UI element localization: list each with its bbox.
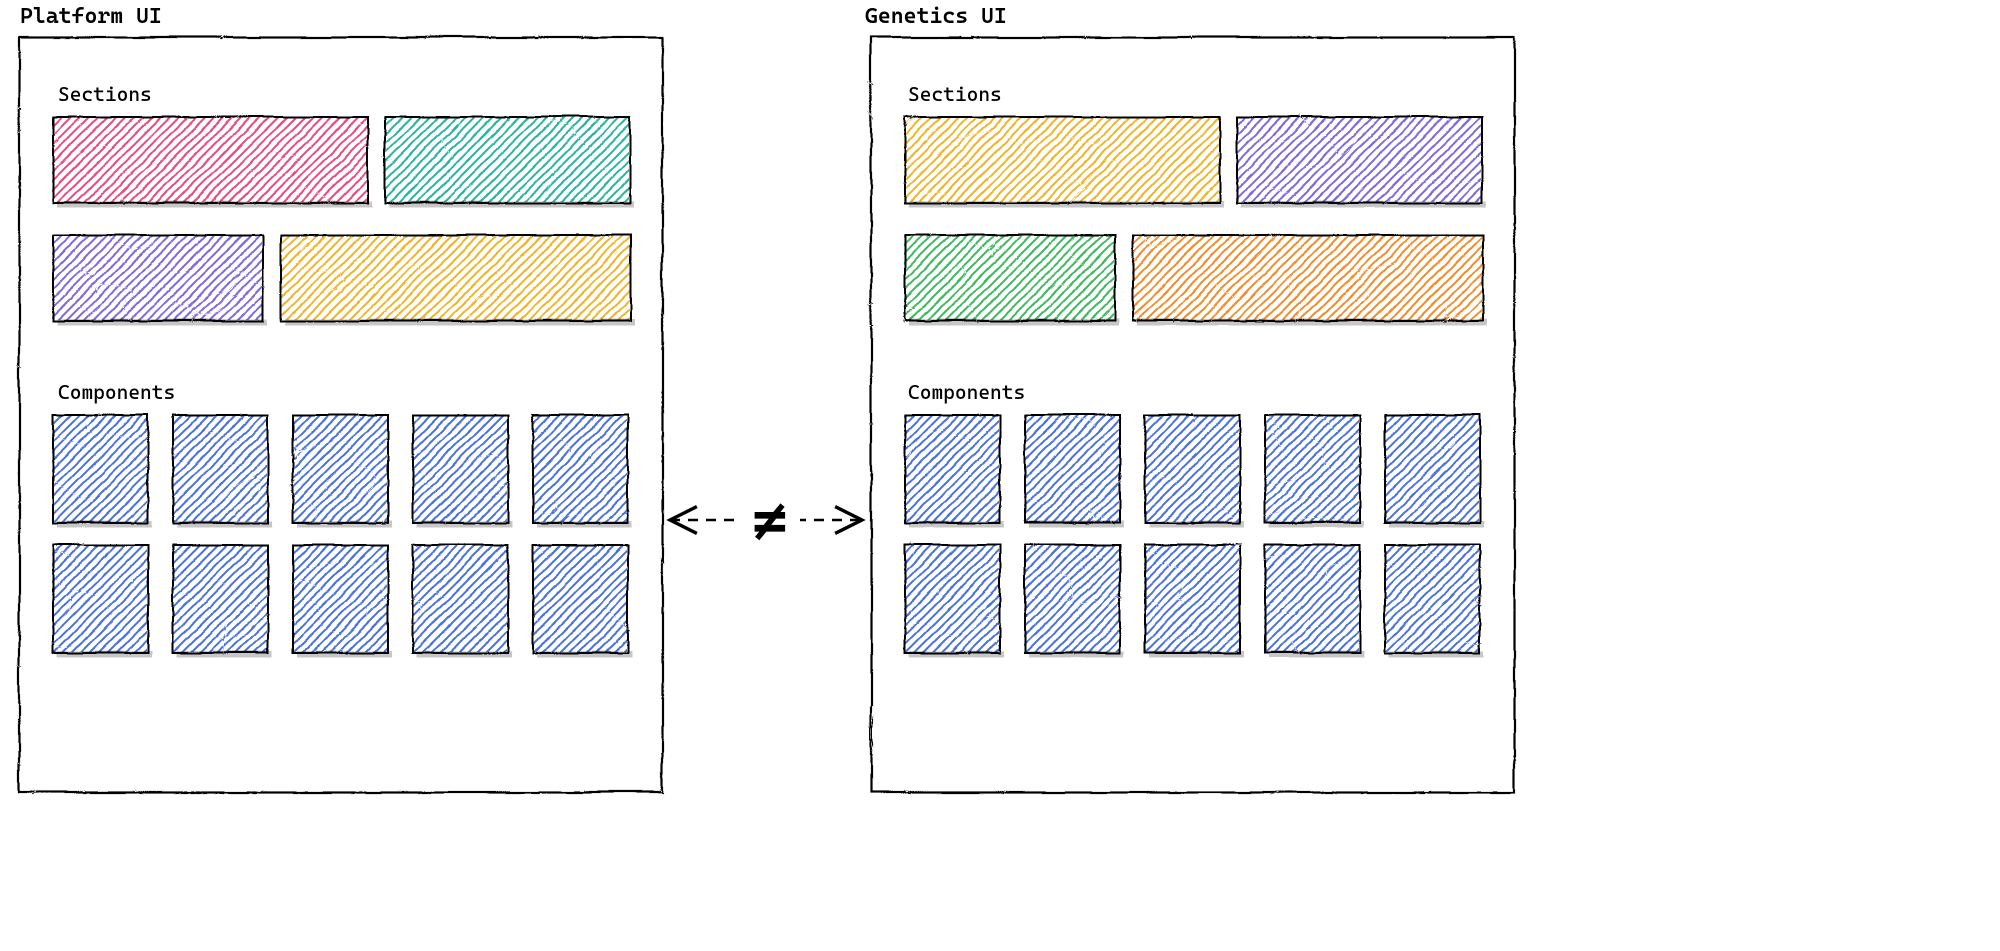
right-section-2 [1150, 116, 1650, 207]
right-section-4 [1046, 234, 1645, 325]
left-panel [0, 36, 838, 791]
connector: ≠ [670, 486, 862, 554]
right-panel [796, 36, 1690, 791]
left-section-2 [298, 116, 798, 207]
not-equal-icon: ≠ [753, 486, 788, 554]
left-section-1 [0, 116, 538, 207]
left-section-4 [194, 234, 793, 325]
